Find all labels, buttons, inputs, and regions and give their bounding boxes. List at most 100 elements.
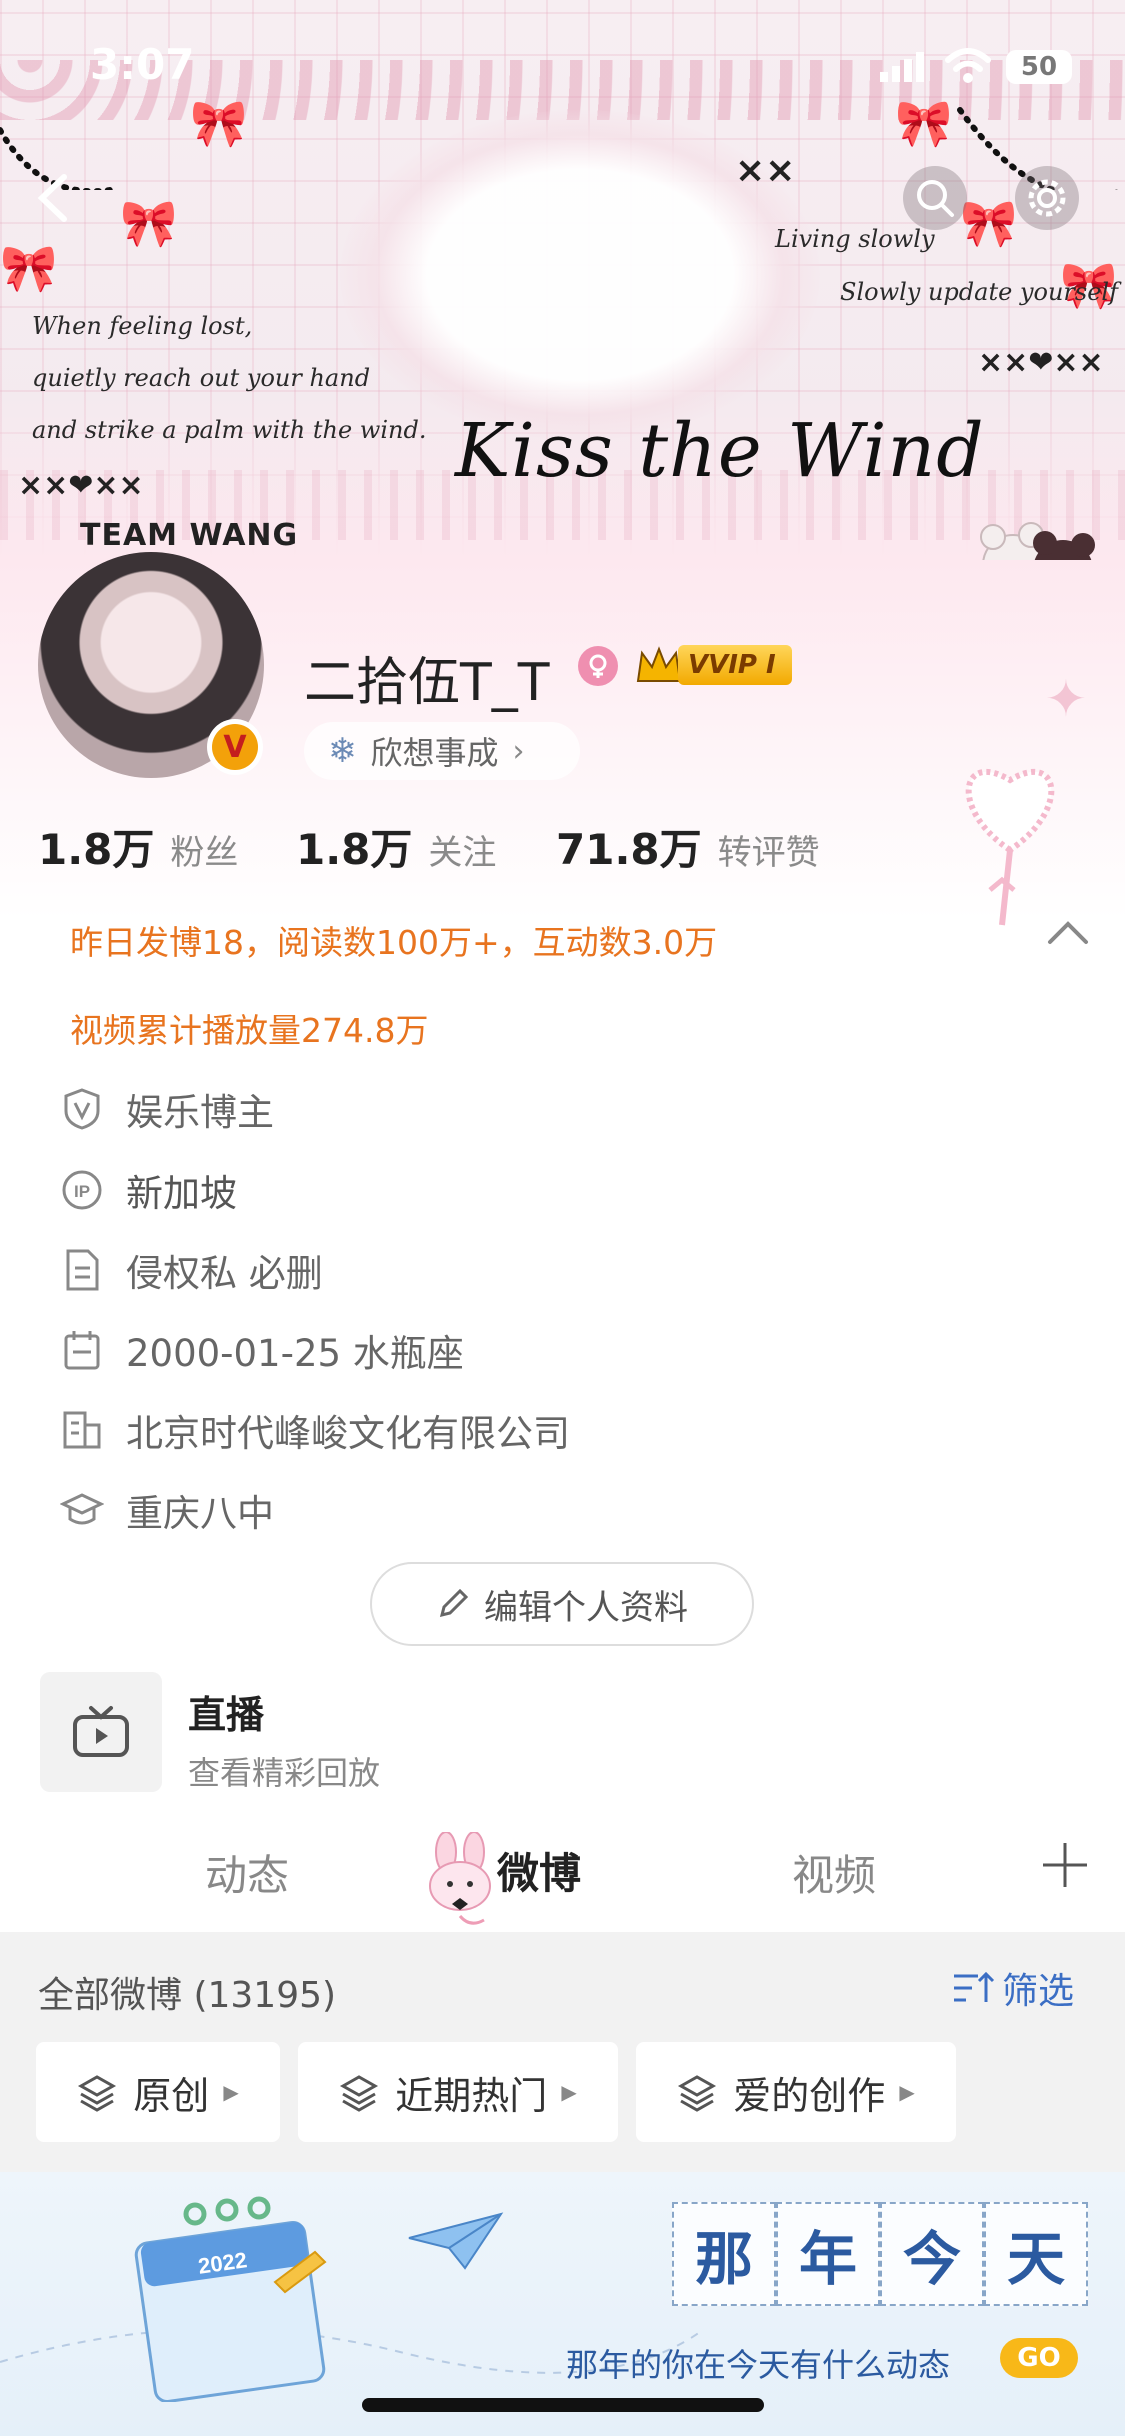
home-indicator[interactable] bbox=[362, 2398, 764, 2412]
layers-icon bbox=[78, 2075, 117, 2112]
chip-label: 近期热门 bbox=[395, 2073, 548, 2118]
search-button[interactable] bbox=[903, 166, 967, 230]
chevron-right-icon: › bbox=[512, 733, 525, 769]
grid-char: 年 bbox=[776, 2202, 880, 2306]
banner-quote-line: and strike a palm with the wind. bbox=[32, 416, 427, 444]
grid-char: 今 bbox=[880, 2202, 984, 2306]
info-row-birthday: 2000-01-25 水瓶座 bbox=[60, 1320, 464, 1380]
chip-label: 爱的创作 bbox=[733, 2073, 886, 2118]
gear-icon bbox=[1028, 179, 1066, 217]
collapse-button[interactable] bbox=[1046, 918, 1096, 962]
live-thumbnail[interactable] bbox=[40, 1672, 162, 1792]
edit-profile-label: 编辑个人资料 bbox=[484, 1587, 688, 1628]
info-text: 2000-01-25 水瓶座 bbox=[126, 1332, 464, 1375]
stat-label: 关注 bbox=[428, 833, 497, 873]
cellular-signal-icon bbox=[880, 52, 924, 82]
tab-video[interactable]: 视频 bbox=[792, 1842, 876, 1903]
all-posts-count: 全部微博 (13195) bbox=[38, 1975, 337, 2016]
motto-text: 欣想事成 bbox=[370, 734, 499, 772]
go-button[interactable]: GO bbox=[1000, 2338, 1078, 2378]
info-row-ip-location: IP 新加坡 bbox=[60, 1160, 237, 1220]
search-icon bbox=[917, 180, 954, 217]
sparkle-decoration: ✦ bbox=[1045, 670, 1087, 728]
banner-quote-line: Living slowly bbox=[775, 225, 935, 253]
verified-badge[interactable]: V bbox=[207, 719, 263, 775]
graduation-cap-icon bbox=[60, 1488, 104, 1532]
ip-icon: IP bbox=[60, 1168, 104, 1212]
bunny-decoration bbox=[420, 1831, 500, 1932]
motto-pill[interactable]: ❄ 欣想事成 › bbox=[304, 722, 580, 780]
building-icon bbox=[60, 1408, 104, 1452]
live-subtitle: 查看精彩回放 bbox=[188, 1754, 381, 1792]
stat-value: 1.8万 bbox=[296, 825, 413, 874]
grid-char: 天 bbox=[984, 2202, 1088, 2306]
layers-icon bbox=[678, 2075, 717, 2112]
stat-label: 粉丝 bbox=[170, 833, 239, 873]
vip-label: VVIP I bbox=[678, 645, 792, 685]
interactions-stat[interactable]: 71.8万 转评赞 bbox=[556, 816, 820, 877]
stat-label: 转评赞 bbox=[717, 833, 820, 873]
info-row-company: 北京时代峰峻文化有限公司 bbox=[60, 1400, 570, 1460]
stat-value: 71.8万 bbox=[556, 825, 702, 874]
status-time: 3:07 bbox=[90, 40, 195, 89]
chip-original[interactable]: 原创 ▶ bbox=[36, 2042, 280, 2142]
banner-quote-line: quietly reach out your hand bbox=[32, 364, 371, 392]
crown-icon bbox=[636, 646, 682, 682]
cross-marks-decoration: ××❤×× bbox=[978, 345, 1104, 380]
back-button[interactable] bbox=[22, 168, 82, 228]
info-text: 北京时代峰峻文化有限公司 bbox=[126, 1412, 570, 1455]
battery-level: 50 bbox=[1020, 52, 1058, 82]
bow-decoration: 🎀 bbox=[0, 241, 58, 295]
info-text: 新加坡 bbox=[126, 1172, 237, 1215]
profile-cover-banner[interactable]: 🎀 🎀 🎀 🎀 🎀 🎀 ×× ××❤×× ××❤×× ×× When feeli… bbox=[0, 0, 1125, 560]
grid-char: 那 bbox=[672, 2202, 776, 2306]
pencil-icon bbox=[439, 1588, 469, 1618]
following-stat[interactable]: 1.8万 关注 bbox=[296, 816, 496, 877]
document-icon bbox=[60, 1248, 104, 1292]
filter-icon bbox=[954, 1971, 995, 2002]
layers-icon bbox=[340, 2075, 379, 2112]
battery-icon: 50 bbox=[1006, 50, 1072, 84]
info-text: 重庆八中 bbox=[126, 1492, 274, 1535]
plus-icon bbox=[1043, 1843, 1087, 1887]
bow-decoration: 🎀 bbox=[895, 96, 953, 150]
snowflake-icon: ❄ bbox=[328, 731, 357, 771]
info-text: 娱乐博主 bbox=[126, 1091, 274, 1134]
caret-right-icon: ▶ bbox=[899, 2080, 915, 2104]
svg-text:IP: IP bbox=[74, 1182, 90, 1201]
edit-profile-button[interactable]: 编辑个人资料 bbox=[370, 1562, 754, 1646]
chip-recent-hot[interactable]: 近期热门 ▶ bbox=[298, 2042, 618, 2142]
caret-right-icon: ▶ bbox=[223, 2080, 239, 2104]
bow-decoration: 🎀 bbox=[120, 196, 178, 250]
banner-quote-line: When feeling lost, bbox=[32, 312, 253, 340]
tab-feed[interactable]: 动态 bbox=[205, 1842, 289, 1903]
caret-right-icon: ▶ bbox=[561, 2080, 577, 2104]
team-label: TEAM WANG bbox=[80, 518, 299, 553]
gender-badge[interactable] bbox=[578, 646, 618, 686]
filter-label: 筛选 bbox=[1002, 1971, 1075, 2012]
settings-button[interactable] bbox=[1015, 166, 1079, 230]
on-this-day-banner[interactable]: 2022 那 年 今 天 那年的你在今天有什么动态 GO bbox=[0, 2172, 1125, 2436]
banner-quote-line: Slowly update yourself bbox=[840, 278, 1118, 306]
filter-button[interactable]: 筛选 bbox=[952, 1962, 1074, 2014]
chevron-left-icon bbox=[37, 174, 67, 222]
v-icon: V bbox=[212, 724, 258, 770]
cross-marks-decoration: ××❤×× bbox=[18, 468, 144, 503]
female-icon bbox=[589, 654, 607, 678]
vip-badge[interactable]: VVIP I bbox=[634, 640, 792, 690]
verified-icon bbox=[60, 1087, 104, 1131]
chip-love-creations[interactable]: 爱的创作 ▶ bbox=[636, 2042, 956, 2142]
add-tab-button[interactable] bbox=[1040, 1840, 1090, 1890]
username: 二拾伍T_T bbox=[304, 653, 550, 713]
on-this-day-grid: 那 年 今 天 bbox=[672, 2202, 1088, 2306]
video-views-summary: 视频累计播放量274.8万 bbox=[70, 1011, 429, 1050]
teddy-bear-decoration bbox=[980, 522, 1095, 560]
activity-summary: 昨日发博18，阅读数100万+，互动数3.0万 bbox=[70, 923, 718, 962]
paper-plane-icon bbox=[408, 2212, 504, 2270]
tab-weibo[interactable]: 微博 bbox=[497, 1840, 581, 1901]
info-row-school: 重庆八中 bbox=[60, 1480, 274, 1540]
tv-icon bbox=[73, 1706, 129, 1757]
followers-stat[interactable]: 1.8万 粉丝 bbox=[38, 816, 238, 877]
wifi-icon bbox=[945, 48, 991, 83]
live-title[interactable]: 直播 bbox=[188, 1684, 264, 1739]
